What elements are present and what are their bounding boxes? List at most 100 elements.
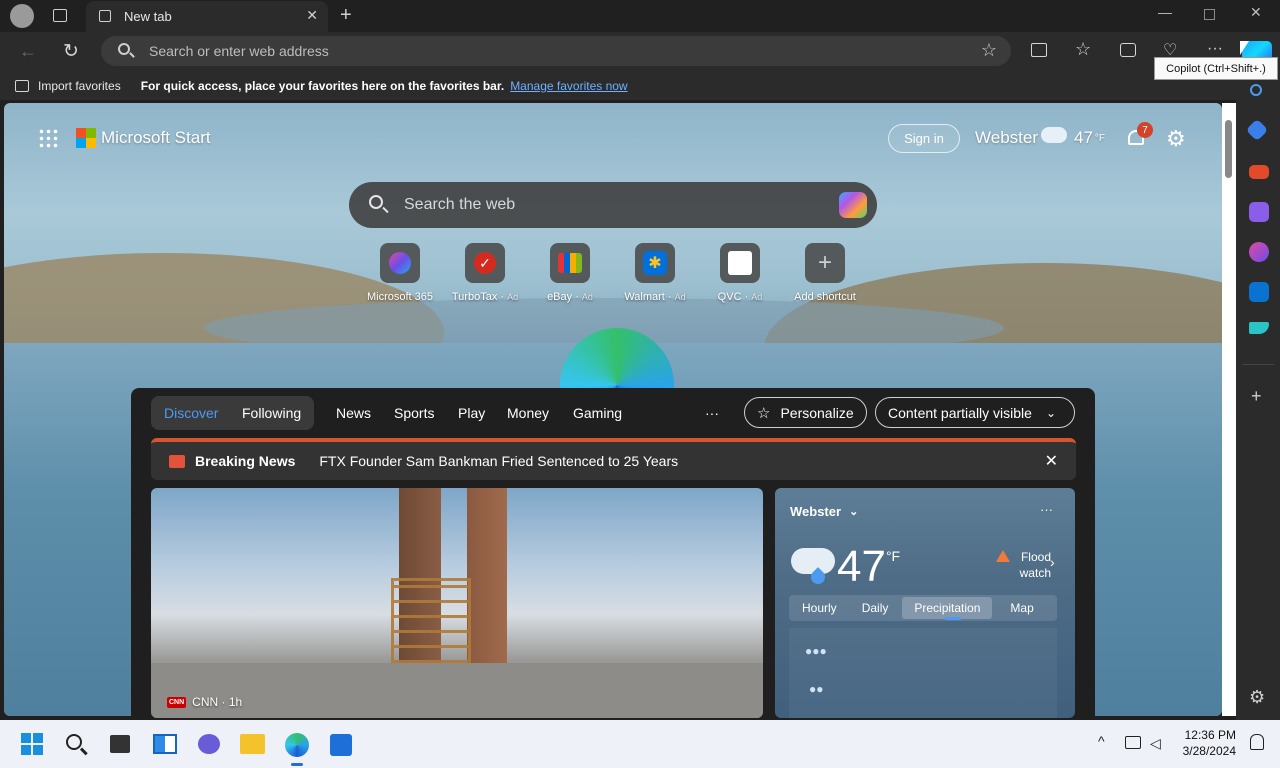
breaking-label: Breaking News <box>195 453 296 469</box>
minimize-icon[interactable]: — <box>1158 4 1172 20</box>
favorite-star-icon[interactable]: ☆ <box>981 40 997 61</box>
back-icon[interactable]: ← <box>19 41 37 62</box>
weather-tabs: Hourly Daily Precipitation Map <box>789 595 1057 621</box>
split-screen-icon[interactable] <box>1031 43 1047 57</box>
weather-location-selector[interactable]: Webster ⌄ <box>790 504 858 519</box>
file-explorer-icon[interactable] <box>240 734 265 754</box>
manage-favorites-link[interactable]: Manage favorites now <box>510 79 627 93</box>
article-source: CNN CNN · 1h <box>167 695 242 709</box>
profile-avatar[interactable] <box>10 4 34 28</box>
shortcut-add[interactable]: + Add shortcut <box>775 243 875 303</box>
tools-briefcase-icon[interactable] <box>1249 165 1269 179</box>
network-icon[interactable] <box>1125 736 1141 749</box>
sparkle-star-icon: ☆ <box>757 404 771 422</box>
weather-tab-daily[interactable]: Daily <box>862 601 889 615</box>
microsoft-logo-icon-bottom <box>76 138 96 148</box>
weather-more-icon[interactable]: ··· <box>1040 502 1053 517</box>
scrollbar-thumb[interactable] <box>1225 120 1232 178</box>
personalize-button[interactable]: ☆ Personalize <box>744 397 867 428</box>
article-card[interactable]: CNN CNN · 1h <box>151 488 763 718</box>
address-bar[interactable]: Search or enter web address ☆ <box>101 36 1011 66</box>
cloud-rain-icon <box>791 548 835 574</box>
restore-icon[interactable] <box>1204 9 1215 20</box>
ad-label: Ad <box>507 292 519 302</box>
shortcut-label: QVC <box>717 291 742 303</box>
teams-chat-icon[interactable] <box>198 734 220 754</box>
page-icon <box>99 10 111 22</box>
search-icon[interactable] <box>1250 84 1262 96</box>
refresh-icon[interactable]: ↻ <box>63 40 79 63</box>
nav-money[interactable]: Money <box>507 405 549 421</box>
header-location[interactable]: Webster <box>975 128 1038 148</box>
dismiss-close-icon[interactable]: ✕ <box>1045 451 1058 471</box>
import-favorites-button[interactable]: Import favorites <box>38 79 121 93</box>
search-icon <box>369 195 383 209</box>
content-visibility-dropdown[interactable]: Content partially visible ⌄ <box>875 397 1075 428</box>
notification-center-icon[interactable] <box>1250 734 1264 750</box>
warning-icon <box>996 550 1010 562</box>
more-icon[interactable]: ··· <box>1207 40 1223 58</box>
sign-in-button[interactable]: Sign in <box>888 124 960 153</box>
weather-location: Webster <box>790 504 842 519</box>
settings-gear-icon[interactable]: ⚙ <box>1166 126 1186 152</box>
microsoft-365-icon[interactable] <box>1249 242 1269 262</box>
cloud-rain-icon <box>1041 127 1067 143</box>
web-search-box[interactable]: Search the web <box>349 182 877 228</box>
nav-play[interactable]: Play <box>458 405 485 421</box>
task-view-icon[interactable] <box>110 735 130 753</box>
nav-more-icon[interactable]: ··· <box>705 405 719 421</box>
breaking-headline[interactable]: FTX Founder Sam Bankman Fried Sentenced … <box>319 453 678 469</box>
sound-icon[interactable]: ◁ <box>1150 735 1161 752</box>
clock[interactable]: 12:36 PM 3/28/2024 <box>1170 728 1236 758</box>
search-icon-handle <box>129 52 135 58</box>
weather-card[interactable]: Webster ⌄ ··· 47 °F Flood watch › Hourly… <box>775 488 1075 718</box>
brand-title[interactable]: Microsoft Start <box>101 128 211 148</box>
breaking-news-banner[interactable]: Breaking News FTX Founder Sam Bankman Fr… <box>151 438 1076 480</box>
import-favorites-icon[interactable] <box>15 80 29 92</box>
tab-discover[interactable]: Discover <box>164 405 218 421</box>
add-sidebar-app-icon[interactable]: + <box>1251 386 1262 407</box>
edge-browser-icon[interactable] <box>285 733 309 757</box>
favorites-hint: For quick access, place your favorites h… <box>140 79 505 93</box>
close-tab-icon[interactable]: ✕ <box>306 7 318 24</box>
store-icon[interactable] <box>330 734 352 756</box>
flood-watch-alert[interactable]: Flood watch <box>1011 549 1051 581</box>
weather-tab-hourly[interactable]: Hourly <box>802 601 837 615</box>
buildings <box>151 663 763 718</box>
tab-new-tab[interactable]: New tab ✕ <box>86 1 328 32</box>
nav-gaming[interactable]: Gaming <box>573 405 622 421</box>
nav-sports[interactable]: Sports <box>394 405 434 421</box>
shortcut-label: Walmart <box>624 291 665 303</box>
nav-news[interactable]: News <box>336 405 371 421</box>
tab-following[interactable]: Following <box>242 405 301 421</box>
shortcut-label: Add shortcut <box>794 291 856 303</box>
favorites-bar: Import favorites For quick access, place… <box>0 72 1236 100</box>
tab-actions-icon[interactable] <box>53 9 67 22</box>
chevron-right-icon[interactable]: › <box>1050 554 1055 570</box>
weather-tab-precipitation[interactable]: Precipitation <box>902 597 993 619</box>
content-visibility-label: Content partially visible <box>888 404 1032 421</box>
new-tab-icon[interactable]: + <box>340 4 352 27</box>
chevron-down-icon: ⌄ <box>849 506 859 518</box>
outlook-icon[interactable] <box>1249 282 1269 302</box>
copilot-tooltip: Copilot (Ctrl+Shift+.) <box>1154 57 1278 80</box>
tab-title: New tab <box>124 9 172 24</box>
windows-start-icon-gap <box>21 743 43 745</box>
apps-launcher-icon[interactable] <box>38 128 58 148</box>
sidebar-settings-icon[interactable]: ⚙ <box>1249 687 1265 708</box>
copilot-icon[interactable] <box>839 192 867 218</box>
notification-badge: 7 <box>1137 122 1153 138</box>
favorites-icon[interactable]: ☆ <box>1075 39 1091 60</box>
page-scrollbar[interactable] <box>1222 103 1236 716</box>
chevron-up-icon[interactable]: ^ <box>1098 733 1105 749</box>
widgets-icon[interactable] <box>153 734 177 754</box>
close-window-icon[interactable]: ✕ <box>1250 4 1262 21</box>
search-icon[interactable] <box>66 734 82 750</box>
games-icon[interactable] <box>1249 202 1269 222</box>
header-temp[interactable]: 47 °F <box>1074 128 1105 148</box>
weather-temp-unit: °F <box>885 548 901 564</box>
weather-tab-map[interactable]: Map <box>1010 601 1033 615</box>
active-app-indicator <box>291 763 303 766</box>
collections-icon[interactable] <box>1120 43 1136 57</box>
mouse-cursor <box>1240 41 1249 55</box>
